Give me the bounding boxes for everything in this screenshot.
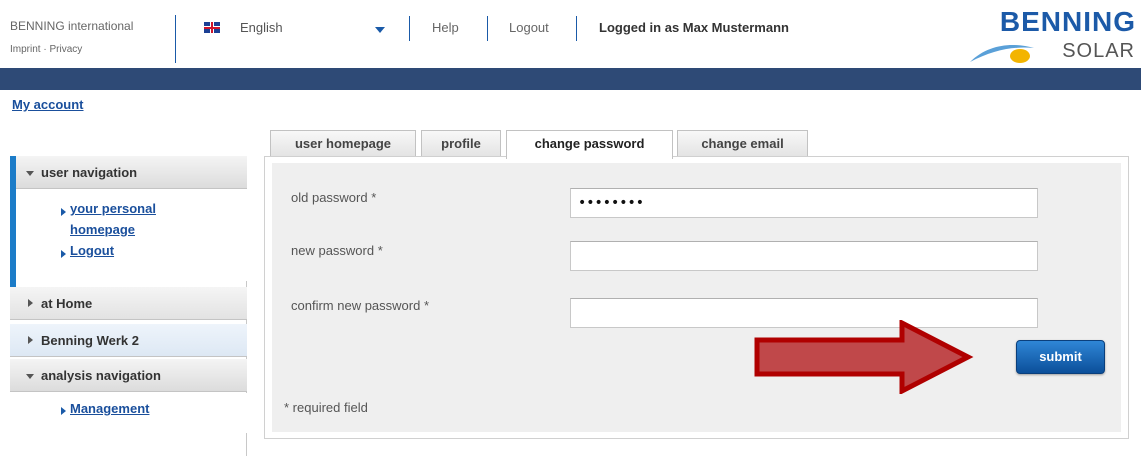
old-password-label: old password * [291, 190, 377, 205]
chevron-right-icon [28, 299, 33, 307]
confirm-password-label: confirm new password * [291, 298, 429, 313]
tab-profile[interactable]: profile [421, 130, 501, 157]
new-password-label: new password * [291, 243, 383, 258]
language-selector[interactable]: English [240, 20, 283, 35]
sidebar-section-at-home[interactable]: at Home [10, 287, 247, 320]
header-divider [576, 16, 577, 41]
analysis-navigation-links: Management [10, 393, 247, 433]
chevron-down-icon [26, 374, 34, 379]
sidebar-section-label: Benning Werk 2 [41, 333, 140, 348]
top-header: BENNING international Imprint · Privacy … [0, 0, 1141, 68]
uk-flag-icon [204, 22, 220, 33]
sidebar-item-management[interactable]: Management [70, 399, 149, 419]
help-link[interactable]: Help [432, 20, 459, 35]
logo-wordmark: BENNING [999, 6, 1136, 37]
benning-solar-logo: BENNING SOLAR [968, 6, 1138, 64]
sidebar-section-label: at Home [41, 296, 93, 311]
sidebar-item-personal-homepage[interactable]: homepage [70, 220, 135, 240]
chevron-right-icon [28, 336, 33, 344]
brand-international-text: BENNING international [10, 19, 134, 33]
old-password-field[interactable]: •••••••• [570, 188, 1038, 218]
chevron-down-icon [26, 171, 34, 176]
required-field-note: * required field [284, 400, 368, 415]
header-divider [175, 15, 176, 63]
sidebar-section-user-navigation[interactable]: user navigation [10, 156, 247, 189]
legal-links: Imprint · Privacy [10, 44, 82, 55]
sidebar-section-label: analysis navigation [41, 368, 161, 383]
logout-link[interactable]: Logout [509, 20, 549, 35]
sidebar-item-personal-homepage[interactable]: your personal [70, 199, 156, 219]
sidebar-item-logout[interactable]: Logout [70, 241, 114, 261]
bullet-arrow-icon [61, 208, 66, 216]
bullet-arrow-icon [61, 250, 66, 258]
new-password-field[interactable] [570, 241, 1038, 271]
my-account-link[interactable]: My account [12, 97, 84, 112]
header-divider [409, 16, 410, 41]
bullet-arrow-icon [61, 407, 66, 415]
tab-user-homepage[interactable]: user homepage [270, 130, 416, 157]
sidebar-section-benning-werk-2[interactable]: Benning Werk 2 [10, 324, 247, 357]
main-nav-bar [0, 68, 1141, 90]
logo-solar-text: SOLAR [1062, 40, 1135, 62]
submit-button[interactable]: submit [1016, 340, 1105, 374]
red-arrow-annotation-icon [754, 320, 974, 394]
logged-in-user-text: Logged in as Max Mustermann [599, 20, 789, 35]
header-divider [487, 16, 488, 41]
privacy-link[interactable]: Privacy [49, 44, 82, 55]
sidebar-section-analysis-navigation[interactable]: analysis navigation [10, 359, 247, 392]
sidebar-section-label: user navigation [41, 165, 138, 180]
legal-link-separator: · [43, 44, 47, 55]
chevron-down-icon[interactable] [375, 27, 385, 33]
sun-swoosh-icon [970, 44, 1034, 63]
sidebar: user navigation your personal homepage L… [10, 156, 247, 456]
imprint-link[interactable]: Imprint [10, 44, 41, 55]
user-navigation-links: your personal homepage Logout [10, 189, 247, 281]
tab-change-password[interactable]: change password [506, 130, 673, 159]
tab-change-email[interactable]: change email [677, 130, 808, 157]
